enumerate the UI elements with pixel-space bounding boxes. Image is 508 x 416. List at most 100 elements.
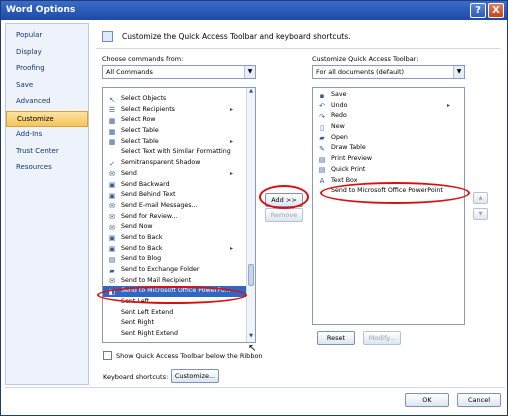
left-list-item[interactable]: ✉ Send to Mail Recipient	[103, 276, 247, 287]
scroll-up-icon[interactable]: ▲	[247, 88, 255, 97]
right-item-label: Save	[331, 91, 347, 98]
check-icon: ✓	[109, 159, 115, 168]
left-item-label: Select Table	[121, 127, 159, 135]
sidebar-item-popular[interactable]: Popular	[6, 28, 88, 45]
left-list-item[interactable]: ↖ Select Objects	[103, 94, 247, 105]
left-list-item[interactable]: ▣ Send Backward	[103, 180, 247, 191]
left-item-label: Send for Review...	[121, 212, 178, 220]
left-item-label: Sent Right	[121, 319, 154, 327]
close-button[interactable]: X	[488, 3, 504, 18]
chevron-down-icon[interactable]: ▼	[453, 66, 464, 78]
left-item-label: Select Row	[121, 116, 156, 124]
right-item-label: Undo	[331, 101, 348, 109]
right-list-item[interactable]: ↶ Undo ▸	[313, 101, 464, 112]
right-list-item[interactable]: ↷ Redo	[313, 111, 464, 122]
sidebar-item-trust-center[interactable]: Trust Center	[6, 144, 88, 161]
recipients-icon: ☰	[108, 106, 116, 115]
category-sidebar: Popular Display Proofing Save Advanced Custom…	[5, 23, 89, 385]
mouse-cursor-icon: ↖	[248, 343, 257, 354]
window-title: Word Options	[6, 5, 76, 15]
choose-commands-label: Choose commands from:	[102, 55, 184, 63]
left-list-item[interactable]: Select Text with Similar Formatting	[103, 147, 247, 158]
left-list-item[interactable]: ▣ Send to Back ▸	[103, 244, 247, 255]
right-list-item[interactable]: ✎ Draw Table	[313, 143, 464, 154]
left-item-label: Send	[121, 169, 137, 177]
left-item-label: Send Now	[121, 223, 153, 231]
send-icon: ✉	[109, 170, 115, 179]
sidebar-item-display[interactable]: Display	[6, 45, 88, 62]
ok-button[interactable]: OK	[405, 393, 449, 407]
remove-button[interactable]: Remove	[265, 208, 303, 222]
move-up-button[interactable]: ▲	[473, 192, 488, 204]
left-list-item[interactable]: ▤ Send to Blog	[103, 254, 247, 265]
quick-access-list[interactable]: ▪ Save ↶ Undo ▸ ↷ Redo ▯ New ▰ Open ✎ Draw Table ▤ Pri…	[312, 87, 465, 325]
commands-scrollbar[interactable]: ▲ ▼	[246, 88, 255, 342]
keyboard-shortcuts-label: Keyboard shortcuts:	[103, 373, 169, 381]
send-backward-icon: ▣	[108, 181, 116, 189]
send-back-icon: ▣	[108, 245, 116, 254]
submenu-arrow-icon: ▸	[446, 101, 450, 109]
choose-commands-select[interactable]: All Commands ▼	[102, 65, 256, 79]
right-list-item[interactable]: ▰ Open	[313, 133, 464, 144]
right-list-item[interactable]: ▤ Print Preview	[313, 154, 464, 165]
left-item-label: Semitransparent Shadow	[121, 159, 201, 167]
folder-icon: ▰	[109, 266, 115, 275]
left-item-label: Send to Mail Recipient	[121, 276, 192, 284]
print-preview-icon: ▤	[318, 155, 326, 164]
cancel-button[interactable]: Cancel	[457, 393, 501, 407]
sidebar-item-proofing[interactable]: Proofing	[6, 61, 88, 78]
right-item-label: Print Preview	[331, 155, 372, 163]
left-list-item[interactable]: ▰ Send to Exchange Folder	[103, 265, 247, 276]
choose-commands-value: All Commands	[106, 68, 153, 76]
left-list-item[interactable]: ☰ Select Recipients ▸	[103, 105, 247, 116]
right-item-label: Open	[331, 133, 348, 141]
left-item-label: Select Objects	[121, 95, 167, 102]
left-list-item[interactable]: ✓ Semitransparent Shadow	[103, 158, 247, 169]
customize-toolbar-select[interactable]: For all documents (default) ▼	[312, 65, 465, 79]
left-list-item[interactable]: ▦ Select Table ▸	[103, 137, 247, 148]
left-list-item[interactable]: ✉ Send Now	[103, 222, 247, 233]
scroll-down-icon[interactable]: ▼	[247, 333, 255, 342]
sidebar-item-save[interactable]: Save	[6, 78, 88, 95]
mail-icon: ✉	[109, 202, 115, 211]
submenu-arrow-icon: ▸	[229, 169, 233, 177]
left-list-item[interactable]: Sent Right Extend	[103, 329, 247, 340]
right-list-item[interactable]: ▯ New	[313, 122, 464, 133]
right-list-item[interactable]: ▤ Quick Print	[313, 165, 464, 176]
left-list-item[interactable]: ✉ Send E-mail Messages...	[103, 201, 247, 212]
table-icon: ▦	[108, 116, 116, 125]
undo-icon: ↶	[319, 102, 325, 111]
sidebar-item-advanced[interactable]: Advanced	[6, 94, 88, 111]
left-item-label: Send Behind Text	[121, 191, 176, 199]
reset-button[interactable]: Reset	[317, 331, 355, 345]
modify-button[interactable]: Modify...	[363, 331, 401, 345]
left-list-item[interactable]: ▣ Send Behind Text	[103, 190, 247, 201]
left-list-item[interactable]: ▦ Select Table	[103, 126, 247, 137]
sidebar-item-add-ins[interactable]: Add-Ins	[6, 127, 88, 144]
help-button[interactable]: ?	[470, 3, 486, 18]
right-item-label: Quick Print	[331, 165, 366, 173]
left-item-label: Sent Right Extend	[121, 330, 178, 338]
left-list-item[interactable]: ✉ Send for Review...	[103, 212, 247, 223]
scroll-thumb[interactable]	[248, 264, 254, 286]
left-list-item[interactable]: ✉ Send ▸	[103, 169, 247, 180]
left-list-item[interactable]: Sent Left Extend	[103, 308, 247, 319]
left-item-label: Send to Back	[121, 233, 163, 241]
left-list-item[interactable]: ▣ Send to Back	[103, 233, 247, 244]
sidebar-item-resources[interactable]: Resources	[6, 160, 88, 177]
added-command-annotation	[320, 182, 470, 204]
chevron-down-icon[interactable]: ▼	[244, 66, 255, 78]
text-box-icon: A	[319, 177, 325, 185]
customize-shortcuts-button[interactable]: Customize...	[171, 369, 219, 383]
review-icon: ✉	[109, 213, 115, 222]
right-list-item[interactable]: ▪ Save	[313, 90, 464, 101]
commands-list[interactable]: ↖ Select Objects ☰ Select Recipients ▸ ▦ Selec…	[102, 87, 256, 343]
show-below-ribbon-checkbox[interactable]	[103, 351, 112, 360]
left-list-item[interactable]: ▦ Select Row	[103, 115, 247, 126]
sidebar-item-customize[interactable]: Customize	[6, 110, 88, 127]
send-behind-icon: ▣	[108, 191, 116, 200]
new-document-icon: ▯	[320, 123, 324, 132]
left-list-item[interactable]: Sent Right	[103, 318, 247, 329]
redo-icon: ↷	[319, 112, 325, 121]
move-down-button[interactable]: ▼	[473, 208, 488, 220]
